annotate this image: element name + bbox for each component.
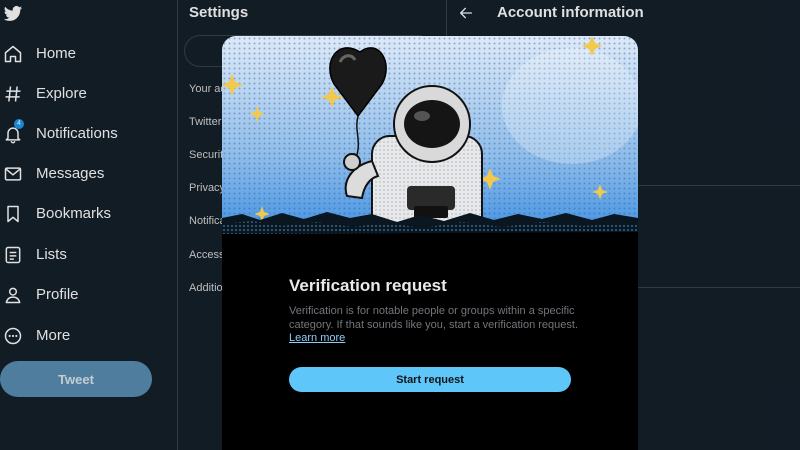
start-request-button[interactable]: Start request bbox=[289, 367, 571, 392]
twitter-app: Home Explore 4 Notifications Messages Bo… bbox=[0, 0, 800, 450]
astronaut-illustration bbox=[222, 36, 638, 256]
learn-more-link[interactable]: Learn more bbox=[289, 332, 345, 344]
verification-modal: Verification request Verification is for… bbox=[222, 36, 638, 450]
modal-description: Verification is for notable people or gr… bbox=[289, 305, 578, 331]
modal-title: Verification request bbox=[289, 276, 447, 295]
